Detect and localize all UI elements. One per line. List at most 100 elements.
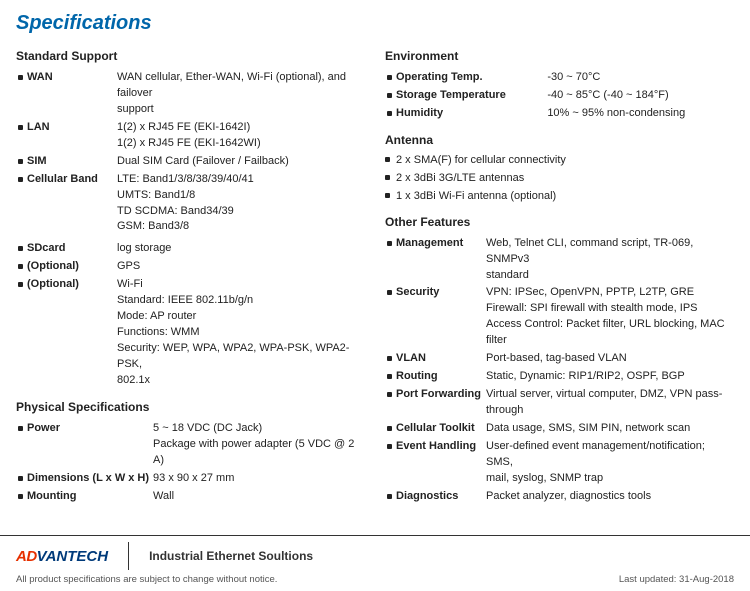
bullet-icon <box>18 246 23 251</box>
bullet-icon <box>18 426 23 431</box>
page-title: Specifications <box>16 12 734 35</box>
spec-label: SDcard <box>25 240 115 258</box>
bullet-icon <box>385 193 390 198</box>
bullet-icon <box>385 157 390 162</box>
bullet-icon <box>18 264 23 269</box>
spec-value: 10% ~ 95% non-condensing <box>545 105 734 123</box>
bullet-icon <box>387 111 392 116</box>
spec-value: Wi-FiStandard: IEEE 802.11b/g/nMode: AP … <box>115 276 365 390</box>
table-row: DiagnosticsPacket analyzer, diagnostics … <box>385 488 734 506</box>
antenna-title: Antenna <box>385 133 734 147</box>
spec-value: -30 ~ 70°C <box>545 69 734 87</box>
other-features-title: Other Features <box>385 215 734 229</box>
bullet-icon <box>18 125 23 130</box>
bullet-icon <box>387 93 392 98</box>
bullet-icon <box>387 444 392 449</box>
spec-label: Dimensions (L x W x H) <box>25 470 151 488</box>
spec-label: Humidity <box>394 105 545 123</box>
spec-label: Operating Temp. <box>394 69 545 87</box>
footer-top: AD VANTECH Industrial Ethernet Soultions <box>16 542 734 570</box>
standard-support-table: WANWAN cellular, Ether-WAN, Wi-Fi (optio… <box>16 69 365 236</box>
bullet-icon <box>18 476 23 481</box>
table-row: ManagementWeb, Telnet CLI, command scrip… <box>385 235 734 285</box>
standard-support-title: Standard Support <box>16 49 365 63</box>
list-item: 2 x SMA(F) for cellular connectivity <box>385 153 734 169</box>
spec-label: (Optional) <box>25 276 115 390</box>
antenna-list: 2 x SMA(F) for cellular connectivity 2 x … <box>385 153 734 205</box>
bullet-icon <box>385 175 390 180</box>
footer-bottom: All product specifications are subject t… <box>16 574 734 585</box>
spec-label: VLAN <box>394 350 484 368</box>
spec-value: LTE: Band1/3/8/38/39/40/41UMTS: Band1/8T… <box>115 171 365 237</box>
logo-vantech: VANTECH <box>37 548 108 565</box>
spec-value: -40 ~ 85°C (-40 ~ 184°F) <box>545 87 734 105</box>
table-row: WANWAN cellular, Ether-WAN, Wi-Fi (optio… <box>16 69 365 119</box>
spec-value: 5 ~ 18 VDC (DC Jack)Package with power a… <box>151 420 365 470</box>
bullet-icon <box>387 392 392 397</box>
spec-label: Mounting <box>25 488 151 506</box>
bullet-icon <box>387 241 392 246</box>
environment-title: Environment <box>385 49 734 63</box>
footer-tagline: Industrial Ethernet Soultions <box>149 549 313 563</box>
footer-updated: Last updated: 31-Aug-2018 <box>619 574 734 585</box>
spec-value: Web, Telnet CLI, command script, TR-069,… <box>484 235 734 285</box>
bullet-icon <box>387 290 392 295</box>
col-left: Standard Support WANWAN cellular, Ether-… <box>16 49 365 510</box>
other-features-table: ManagementWeb, Telnet CLI, command scrip… <box>385 235 734 506</box>
spec-value: Wall <box>151 488 365 506</box>
bullet-icon <box>387 426 392 431</box>
spec-label: Diagnostics <box>394 488 484 506</box>
columns: Standard Support WANWAN cellular, Ether-… <box>16 49 734 510</box>
spec-label: WAN <box>25 69 115 119</box>
table-row: Event HandlingUser-defined event managem… <box>385 438 734 488</box>
bullet-icon <box>18 159 23 164</box>
list-item: 2 x 3dBi 3G/LTE antennas <box>385 171 734 187</box>
spec-label: Cellular Band <box>25 171 115 237</box>
spec-label: SIM <box>25 153 115 171</box>
spec-value: VPN: IPSec, OpenVPN, PPTP, L2TP, GREFire… <box>484 284 734 350</box>
page-wrapper: Specifications Standard Support WANWAN c… <box>0 0 750 591</box>
physical-table: Power5 ~ 18 VDC (DC Jack)Package with po… <box>16 420 365 506</box>
spec-label: Event Handling <box>394 438 484 488</box>
col-right: Environment Operating Temp.-30 ~ 70°CSto… <box>385 49 734 510</box>
bullet-icon <box>387 356 392 361</box>
bullet-icon <box>18 494 23 499</box>
spec-label: Storage Temperature <box>394 87 545 105</box>
table-row: LAN1(2) x RJ45 FE (EKI-1642I)1(2) x RJ45… <box>16 119 365 153</box>
spec-value: GPS <box>115 258 365 276</box>
spec-value: Packet analyzer, diagnostics tools <box>484 488 734 506</box>
spec-label: Routing <box>394 368 484 386</box>
bullet-icon <box>18 282 23 287</box>
footer-logo: AD VANTECH <box>16 548 108 565</box>
table-row: SecurityVPN: IPSec, OpenVPN, PPTP, L2TP,… <box>385 284 734 350</box>
main-content: Specifications Standard Support WANWAN c… <box>0 0 750 535</box>
table-row: Cellular BandLTE: Band1/3/8/38/39/40/41U… <box>16 171 365 237</box>
bullet-icon <box>387 374 392 379</box>
table-row: (Optional)Wi-FiStandard: IEEE 802.11b/g/… <box>16 276 365 390</box>
bullet-icon <box>18 177 23 182</box>
spec-value: log storage <box>115 240 365 258</box>
table-row: Operating Temp.-30 ~ 70°C <box>385 69 734 87</box>
spec-value: WAN cellular, Ether-WAN, Wi-Fi (optional… <box>115 69 365 119</box>
spec-label: Port Forwarding <box>394 386 484 420</box>
footer-divider <box>128 542 129 570</box>
table-row: Storage Temperature-40 ~ 85°C (-40 ~ 184… <box>385 87 734 105</box>
spec-label: LAN <box>25 119 115 153</box>
spec-value: 1(2) x RJ45 FE (EKI-1642I)1(2) x RJ45 FE… <box>115 119 365 153</box>
table-row: (Optional)GPS <box>16 258 365 276</box>
table-row: SIMDual SIM Card (Failover / Failback) <box>16 153 365 171</box>
bullet-icon <box>387 75 392 80</box>
spec-value: User-defined event management/notificati… <box>484 438 734 488</box>
table-row: MountingWall <box>16 488 365 506</box>
spec-label: Management <box>394 235 484 285</box>
list-item: 1 x 3dBi Wi-Fi antenna (optional) <box>385 189 734 205</box>
footer-disclaimer: All product specifications are subject t… <box>16 574 277 585</box>
table-row: Dimensions (L x W x H)93 x 90 x 27 mm <box>16 470 365 488</box>
table-row: Cellular ToolkitData usage, SMS, SIM PIN… <box>385 420 734 438</box>
environment-table: Operating Temp.-30 ~ 70°CStorage Tempera… <box>385 69 734 123</box>
footer: AD VANTECH Industrial Ethernet Soultions… <box>0 535 750 591</box>
physical-specs-title: Physical Specifications <box>16 400 365 414</box>
table-row: Power5 ~ 18 VDC (DC Jack)Package with po… <box>16 420 365 470</box>
spec-value: Static, Dynamic: RIP1/RIP2, OSPF, BGP <box>484 368 734 386</box>
spec-label: Power <box>25 420 151 470</box>
